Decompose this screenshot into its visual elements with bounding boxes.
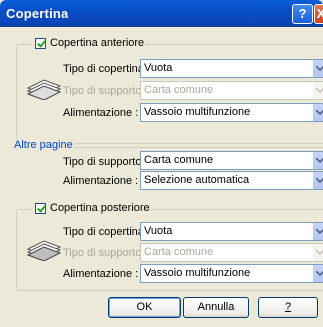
chevron-down-icon[interactable]: [313, 82, 323, 99]
front-cover-legend: Copertina anteriore: [32, 37, 146, 51]
ok-button[interactable]: OK: [108, 297, 181, 318]
help-title-button[interactable]: ?: [292, 4, 313, 24]
back-feed-select[interactable]: Vassoio multifunzione: [140, 264, 323, 283]
chevron-down-icon[interactable]: [313, 265, 323, 282]
other-feed-label: Alimentazione :: [63, 175, 139, 187]
front-cover-type-select[interactable]: Vuota: [140, 59, 323, 78]
front-support-type-select[interactable]: Carta comune: [140, 81, 323, 100]
back-support-type-select[interactable]: Carta comune: [140, 243, 323, 262]
back-support-type-label: Tipo di supporto :: [63, 247, 148, 259]
front-cover-label[interactable]: Copertina anteriore: [50, 37, 144, 49]
back-cover-label[interactable]: Copertina posteriore: [50, 202, 150, 214]
close-icon: X: [316, 6, 323, 21]
chevron-down-icon[interactable]: [313, 60, 323, 77]
chevron-down-icon[interactable]: [313, 223, 323, 240]
front-feed-label: Alimentazione :: [63, 107, 139, 119]
front-cover-type-label: Tipo di copertina :: [63, 63, 151, 75]
chevron-down-icon[interactable]: [313, 244, 323, 261]
chevron-down-icon[interactable]: [313, 152, 323, 169]
front-support-type-label: Tipo di supporto :: [63, 85, 148, 97]
other-support-type-select[interactable]: Carta comune: [140, 151, 323, 170]
front-feed-select[interactable]: Vassoio multifunzione: [140, 103, 323, 122]
back-feed-label: Alimentazione :: [63, 268, 139, 280]
other-pages-title: Altre pagine: [12, 139, 75, 151]
close-button[interactable]: X: [314, 4, 323, 24]
title-bar[interactable]: Copertina ? X: [0, 0, 323, 27]
back-cover-legend: Copertina posteriore: [32, 202, 150, 216]
printed-stack-icon: [26, 240, 62, 261]
dialog-title: Copertina: [6, 6, 69, 21]
back-cover-type-select[interactable]: Vuota: [140, 222, 323, 241]
back-cover-type-label: Tipo di copertina :: [63, 226, 151, 238]
other-support-type-label: Tipo di supporto :: [63, 156, 148, 168]
help-button[interactable]: ?: [258, 297, 318, 318]
paper-stack-icon: [26, 79, 62, 100]
chevron-down-icon[interactable]: [313, 172, 323, 189]
cancel-button[interactable]: Annulla: [183, 297, 249, 318]
back-cover-checkbox[interactable]: [35, 203, 46, 214]
cover-dialog: Copertina ? X Copertina anteriore Tipo d…: [0, 0, 323, 327]
other-feed-select[interactable]: Selezione automatica: [140, 171, 323, 190]
chevron-down-icon[interactable]: [313, 104, 323, 121]
front-cover-checkbox[interactable]: [35, 38, 46, 49]
